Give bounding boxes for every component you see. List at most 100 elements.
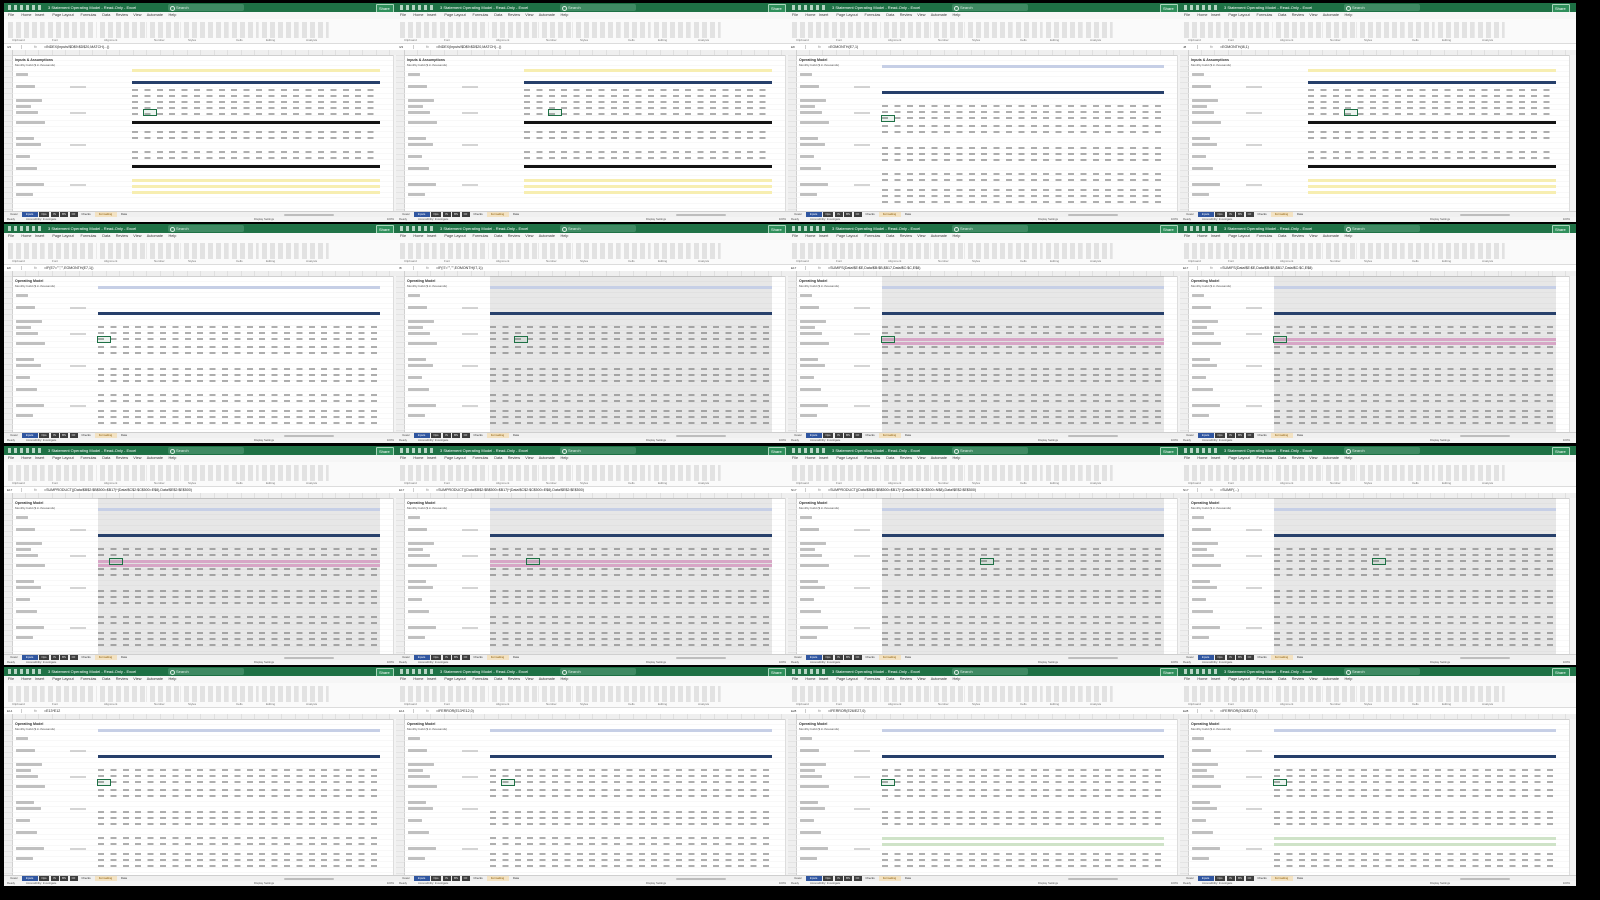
name-box[interactable]: I23 xyxy=(7,45,22,49)
menu-item[interactable]: Review xyxy=(116,676,128,683)
menu-item[interactable]: Review xyxy=(116,455,128,462)
menu-item[interactable]: Page Layout xyxy=(52,676,73,683)
ribbon-group[interactable] xyxy=(968,22,1013,38)
menu-item[interactable]: Automate xyxy=(539,12,555,19)
worksheet-grid[interactable]: Operating Model Monthly build ($ in thous… xyxy=(796,276,1178,433)
search-box[interactable]: Search xyxy=(1344,447,1420,454)
ribbon-group[interactable] xyxy=(1086,465,1113,481)
search-box[interactable]: Search xyxy=(168,225,244,232)
ribbon-group[interactable] xyxy=(440,686,489,702)
menu-item[interactable]: Review xyxy=(1292,676,1304,683)
zoom-level[interactable]: 100% xyxy=(779,217,786,222)
ribbon-group[interactable] xyxy=(934,465,965,481)
ribbon-group[interactable] xyxy=(542,22,573,38)
menu-item[interactable]: Automate xyxy=(147,12,163,19)
ribbon-group[interactable] xyxy=(492,686,539,702)
search-box[interactable]: Search xyxy=(952,4,1028,11)
active-cell-selection[interactable] xyxy=(1273,779,1287,786)
menu-item[interactable]: Automate xyxy=(1323,455,1339,462)
display-settings[interactable]: Display Settings xyxy=(254,660,274,665)
menu-item[interactable]: Formulas xyxy=(81,12,97,19)
ribbon-group[interactable] xyxy=(792,465,829,481)
menu-item[interactable]: Page Layout xyxy=(836,676,857,683)
ribbon-group[interactable] xyxy=(1408,686,1435,702)
menu-item[interactable]: Page Layout xyxy=(444,233,465,240)
ribbon-group[interactable] xyxy=(1360,243,1405,259)
horizontal-scrollbar[interactable] xyxy=(1460,656,1510,659)
accessibility-status[interactable]: Accessibility: Investigate xyxy=(418,438,448,443)
menu-item[interactable]: View xyxy=(917,12,925,19)
worksheet-grid[interactable]: Operating Model Monthly build ($ in thous… xyxy=(796,719,1178,876)
menu-item[interactable]: Home xyxy=(21,233,31,240)
menu-item[interactable]: Help xyxy=(1345,676,1353,683)
menu-item[interactable]: File xyxy=(8,233,14,240)
horizontal-scrollbar[interactable] xyxy=(1068,434,1118,437)
ribbon-group[interactable] xyxy=(1478,22,1505,38)
display-settings[interactable]: Display Settings xyxy=(1430,217,1450,222)
ribbon-group[interactable] xyxy=(1360,22,1405,38)
active-cell-selection[interactable] xyxy=(881,115,895,122)
ribbon-group[interactable] xyxy=(968,686,1013,702)
horizontal-scrollbar[interactable] xyxy=(1068,213,1118,216)
menu-item[interactable]: Insert xyxy=(427,233,437,240)
ribbon-group[interactable] xyxy=(832,243,881,259)
menu-item[interactable]: View xyxy=(525,676,533,683)
ribbon-group[interactable] xyxy=(694,243,721,259)
menu-item[interactable]: File xyxy=(400,455,406,462)
ribbon-group[interactable] xyxy=(934,22,965,38)
menu-item[interactable]: Review xyxy=(116,233,128,240)
ribbon-group[interactable] xyxy=(1046,686,1083,702)
worksheet-grid[interactable]: Operating Model Monthly build ($ in thous… xyxy=(1188,498,1570,655)
menu-item[interactable]: Home xyxy=(805,233,815,240)
menu-item[interactable]: File xyxy=(1184,676,1190,683)
menu-item[interactable]: View xyxy=(917,455,925,462)
menu-item[interactable]: Formulas xyxy=(473,12,489,19)
menu-item[interactable]: Formulas xyxy=(473,676,489,683)
horizontal-scrollbar[interactable] xyxy=(284,656,334,659)
ribbon-group[interactable] xyxy=(400,22,437,38)
ribbon-group[interactable] xyxy=(1478,686,1505,702)
menu-item[interactable]: File xyxy=(792,455,798,462)
zoom-level[interactable]: 100% xyxy=(1563,217,1570,222)
ribbon-group[interactable] xyxy=(1408,465,1435,481)
ribbon-group[interactable] xyxy=(232,686,259,702)
ribbon-group[interactable] xyxy=(576,686,621,702)
menu-item[interactable]: Page Layout xyxy=(52,12,73,19)
menu-item[interactable]: File xyxy=(400,233,406,240)
worksheet-grid[interactable]: Operating Model Monthly build ($ in thous… xyxy=(404,498,786,655)
ribbon-group[interactable] xyxy=(1184,686,1221,702)
search-box[interactable]: Search xyxy=(560,4,636,11)
name-box[interactable]: E17 xyxy=(1183,266,1198,270)
ribbon-group[interactable] xyxy=(232,465,259,481)
zoom-level[interactable]: 100% xyxy=(387,660,394,665)
ribbon-group[interactable] xyxy=(1438,22,1475,38)
search-box[interactable]: Search xyxy=(560,668,636,675)
horizontal-scrollbar[interactable] xyxy=(284,434,334,437)
search-box[interactable]: Search xyxy=(1344,668,1420,675)
active-cell-selection[interactable] xyxy=(547,109,562,116)
menu-item[interactable]: Formulas xyxy=(473,455,489,462)
menu-item[interactable]: Data xyxy=(1278,676,1286,683)
menu-item[interactable]: Review xyxy=(900,233,912,240)
menu-item[interactable]: Review xyxy=(900,676,912,683)
zoom-level[interactable]: 100% xyxy=(1563,438,1570,443)
display-settings[interactable]: Display Settings xyxy=(1038,217,1058,222)
active-cell-selection[interactable] xyxy=(513,336,528,343)
menu-item[interactable]: Data xyxy=(102,455,110,462)
ribbon-group[interactable] xyxy=(792,243,829,259)
menu-item[interactable]: File xyxy=(400,676,406,683)
accessibility-status[interactable]: Accessibility: Investigate xyxy=(1202,881,1232,886)
horizontal-scrollbar[interactable] xyxy=(1460,213,1510,216)
ribbon-group[interactable] xyxy=(542,686,573,702)
worksheet-grid[interactable]: Inputs & Assumptions Monthly build ($ in … xyxy=(1188,55,1570,212)
zoom-level[interactable]: 100% xyxy=(1171,881,1178,886)
menu-item[interactable]: Page Layout xyxy=(836,455,857,462)
name-box[interactable]: J8 xyxy=(1183,45,1198,49)
quick-access-toolbar[interactable] xyxy=(792,226,828,231)
active-cell-selection[interactable] xyxy=(97,336,111,343)
ribbon-group[interactable] xyxy=(624,22,651,38)
active-cell-selection[interactable] xyxy=(526,558,541,565)
name-box[interactable]: I8 xyxy=(399,266,414,270)
ribbon-group[interactable] xyxy=(492,243,539,259)
menu-item[interactable]: Formulas xyxy=(473,233,489,240)
